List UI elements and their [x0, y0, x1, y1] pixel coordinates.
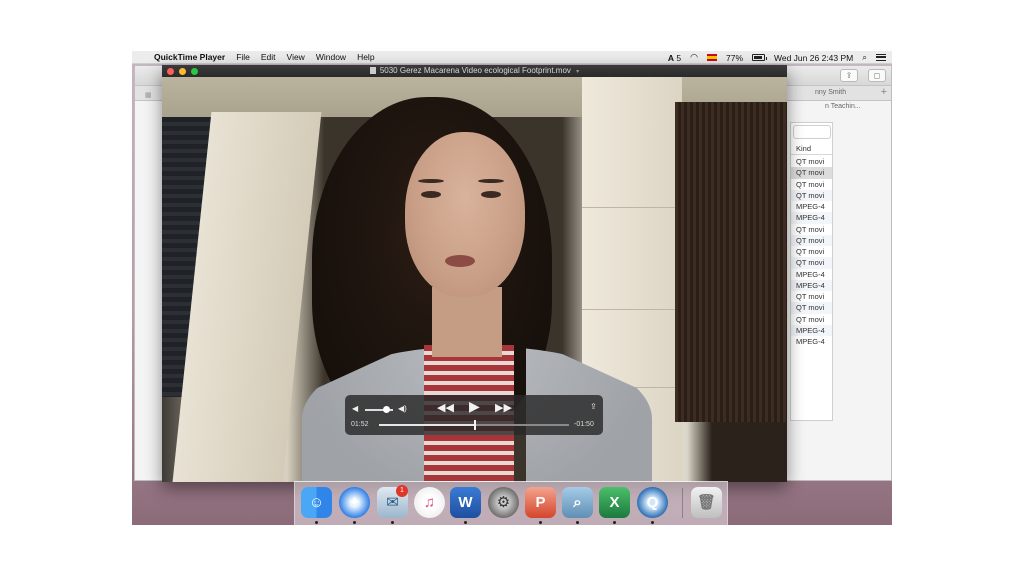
video-person-eye-left	[421, 191, 441, 198]
desktop: QuickTime Player File Edit View Window H…	[132, 51, 892, 525]
dock: ☺ ✦ ✉ 1 ♫ W ⚙ P ⌕ X Q 🗑	[294, 481, 728, 525]
video-person-neck	[432, 287, 502, 357]
battery-percent[interactable]: 77%	[726, 53, 743, 63]
video-person-mouth	[445, 255, 475, 267]
share-icon[interactable]: ⇪	[590, 402, 597, 411]
list-item[interactable]: QT movi	[791, 167, 832, 179]
scrubber-playhead[interactable]	[474, 420, 476, 430]
tag-button[interactable]: ◻	[868, 69, 886, 82]
clock[interactable]: Wed Jun 26 2:43 PM	[774, 53, 853, 63]
list-item[interactable]: MPEG-4	[791, 201, 832, 212]
list-item[interactable]: QT movi	[791, 314, 832, 325]
tab-teaching[interactable]: n Teachin...	[825, 103, 861, 110]
video-person-brow-left	[418, 179, 444, 183]
scrubber-track[interactable]	[379, 420, 569, 430]
menu-file[interactable]: File	[236, 52, 250, 62]
kind-column-header[interactable]: Kind	[791, 143, 832, 155]
adobe-status-item[interactable]: A 5	[668, 53, 681, 63]
wifi-icon[interactable]: ◠	[690, 52, 698, 63]
microsoft-word-icon[interactable]: W	[450, 487, 481, 518]
itunes-icon[interactable]: ♫	[414, 487, 445, 518]
minimize-button[interactable]	[179, 67, 186, 75]
menu-bar: QuickTime Player File Edit View Window H…	[132, 51, 892, 64]
zoom-button[interactable]	[191, 67, 198, 75]
volume-slider-knob[interactable]	[383, 406, 391, 413]
list-item[interactable]: QT movi	[791, 234, 832, 246]
list-item[interactable]: MPEG-4	[791, 212, 832, 224]
title-chevron-down-icon[interactable]: ▾	[576, 69, 579, 75]
video-person-face	[405, 132, 525, 297]
list-item[interactable]: MPEG-4	[791, 336, 832, 347]
microsoft-powerpoint-icon[interactable]: P	[525, 487, 556, 518]
elapsed-time: 01:52	[351, 421, 369, 428]
tab-smith[interactable]: nny Smith	[815, 89, 846, 96]
volume-high-icon[interactable]: ◀)	[398, 404, 407, 413]
dock-running-indicator	[464, 521, 467, 524]
dock-running-indicator	[353, 521, 356, 524]
new-tab-button[interactable]: +	[881, 86, 887, 98]
video-frame[interactable]: ◀ ◀) ◀◀ ▶ ▶▶ ⇪ 01:52 -01:50	[162, 77, 787, 482]
finder-icon[interactable]: ☺	[301, 487, 332, 518]
dock-running-indicator	[539, 521, 542, 524]
list-item[interactable]: QT movi	[791, 179, 832, 190]
list-item[interactable]: MPEG-4	[791, 324, 832, 336]
play-button[interactable]: ▶	[469, 398, 480, 415]
trash-icon[interactable]: 🗑	[691, 487, 722, 518]
quicktime-window[interactable]: 5030 Gerez Macarena Video ecological Foo…	[162, 65, 787, 482]
dock-running-indicator	[315, 521, 318, 524]
system-preferences-icon[interactable]: ⚙	[488, 487, 519, 518]
safari-icon[interactable]: ✦	[339, 487, 370, 518]
dock-running-indicator	[391, 521, 394, 524]
list-item[interactable]: MPEG-4	[791, 279, 832, 291]
menu-view[interactable]: View	[287, 52, 305, 62]
list-item[interactable]: QT movi	[791, 189, 832, 201]
menu-edit[interactable]: Edit	[261, 52, 276, 62]
search-input[interactable]	[793, 125, 831, 139]
rewind-button[interactable]: ◀◀	[437, 401, 454, 414]
app-menu[interactable]: QuickTime Player	[154, 52, 225, 62]
adobe-icon: A	[667, 52, 675, 63]
menu-help[interactable]: Help	[357, 52, 374, 62]
file-list[interactable]: Kind QT movi QT movi QT movi QT movi MPE…	[790, 122, 833, 421]
preview-icon[interactable]: ⌕	[562, 487, 593, 518]
scrubber-fill	[379, 424, 475, 426]
volume-low-icon[interactable]: ◀	[352, 404, 358, 413]
share-button[interactable]: ⇪	[840, 69, 858, 82]
mail-badge: 1	[396, 485, 408, 497]
remaining-time: -01:50	[574, 421, 594, 428]
menu-window[interactable]: Window	[316, 52, 346, 62]
list-item[interactable]: QT movi	[791, 302, 832, 314]
window-title: 5030 Gerez Macarena Video ecological Foo…	[379, 66, 571, 75]
playback-controls[interactable]: ◀ ◀) ◀◀ ▶ ▶▶ ⇪ 01:52 -01:50	[345, 395, 603, 435]
list-item[interactable]: QT movi	[791, 291, 832, 302]
quicktime-player-icon[interactable]: Q	[637, 487, 668, 518]
video-window-right	[675, 102, 787, 422]
video-person-eye-right	[481, 191, 501, 198]
adobe-badge: 5	[676, 52, 682, 63]
dock-running-indicator	[651, 521, 654, 524]
dock-separator	[682, 488, 683, 518]
list-item[interactable]: QT movi	[791, 224, 832, 235]
list-item[interactable]: QT movi	[791, 156, 832, 167]
fast-forward-button[interactable]: ▶▶	[495, 401, 512, 414]
close-button[interactable]	[167, 67, 174, 75]
spotlight-search-icon[interactable]: ⌕	[862, 52, 867, 63]
dock-running-indicator	[576, 521, 579, 524]
list-item[interactable]: QT movi	[791, 246, 832, 257]
battery-icon[interactable]	[752, 54, 767, 61]
document-icon	[369, 67, 376, 74]
microsoft-excel-icon[interactable]: X	[599, 487, 630, 518]
video-person-brow-right	[478, 179, 504, 183]
input-source-flag-icon[interactable]	[706, 54, 717, 61]
view-grid-icon[interactable]: ▦	[145, 91, 152, 99]
list-item[interactable]: MPEG-4	[791, 269, 832, 280]
window-title-bar[interactable]: 5030 Gerez Macarena Video ecological Foo…	[162, 65, 787, 77]
list-item[interactable]: QT movi	[791, 257, 832, 269]
notification-center-icon[interactable]	[876, 54, 886, 61]
dock-running-indicator	[613, 521, 616, 524]
